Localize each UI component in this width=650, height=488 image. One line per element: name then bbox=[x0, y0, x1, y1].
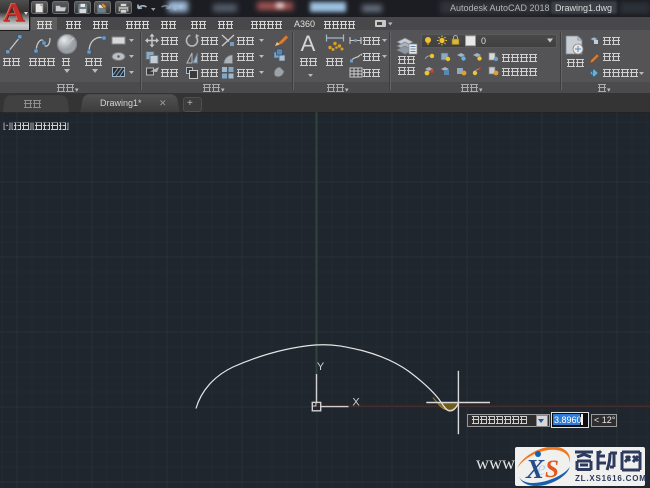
svg-text:X: X bbox=[352, 397, 360, 409]
svg-text:X: X bbox=[525, 454, 545, 484]
svg-text:S: S bbox=[545, 456, 559, 483]
svg-text:Y: Y bbox=[317, 361, 325, 373]
